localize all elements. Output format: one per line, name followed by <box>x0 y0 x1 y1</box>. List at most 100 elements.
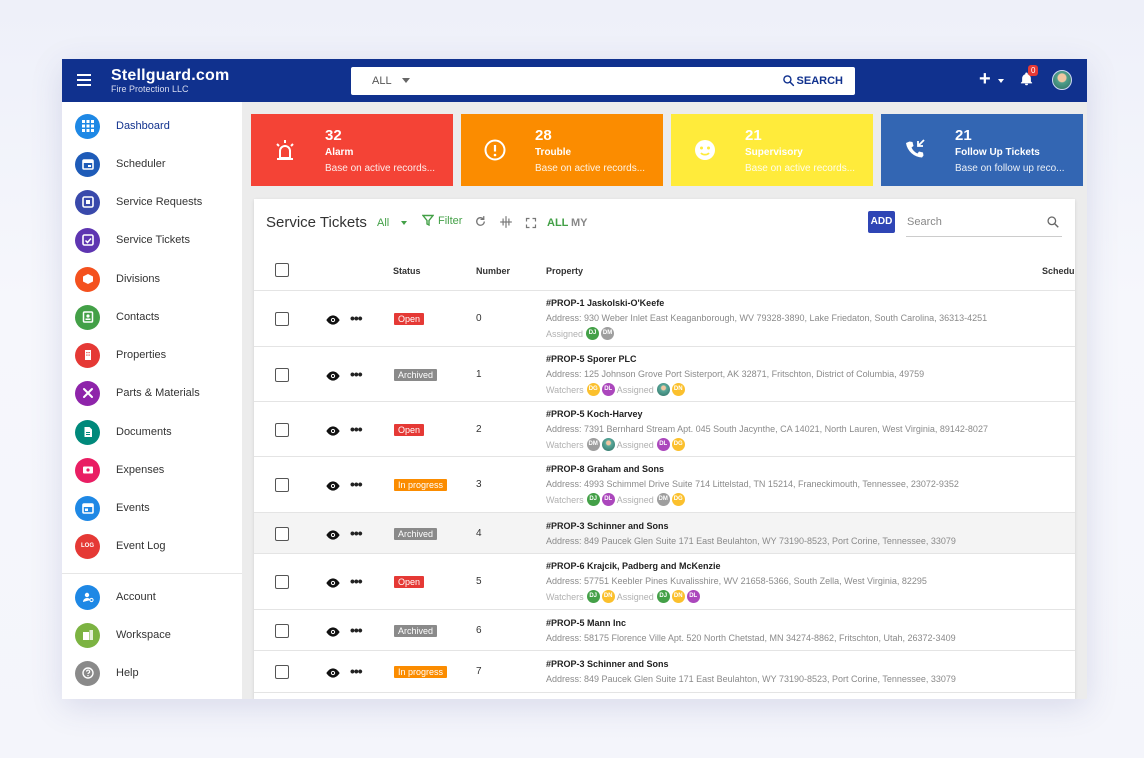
sidebar-item-scheduler[interactable]: Scheduler <box>62 147 242 183</box>
sidebar-item-expenses[interactable]: Expenses <box>62 453 242 489</box>
table-row[interactable]: ••• Archived 4 #PROP-3 Schinner and Sons Add… <box>254 513 1075 554</box>
scope-all-toggle[interactable]: ALL <box>547 217 568 229</box>
assignee-avatar[interactable]: DL <box>686 590 700 603</box>
follow-up-card[interactable]: 21 Follow Up Tickets Base on follow up r… <box>881 114 1083 186</box>
status-scope-select[interactable]: All <box>377 217 389 229</box>
row-checkbox[interactable] <box>275 527 289 541</box>
watcher-avatar[interactable]: DL <box>601 383 615 396</box>
property-name[interactable]: #PROP-5 Mann Inc <box>546 618 626 628</box>
more-options-icon[interactable]: ••• <box>350 311 363 325</box>
sidebar-item-service-tickets[interactable]: Service Tickets <box>62 223 242 259</box>
more-options-icon[interactable]: ••• <box>350 574 363 588</box>
user-avatar[interactable] <box>1052 70 1072 90</box>
watcher-avatar[interactable]: DN <box>601 590 615 603</box>
table-row[interactable]: ••• Archived 1 #PROP-5 Sporer PLC Address: 1… <box>254 347 1075 402</box>
property-name[interactable]: #PROP-6 Krajcik, Padberg and McKenzie <box>546 561 721 571</box>
sidebar-item-workspace[interactable]: Workspace <box>62 618 242 654</box>
global-search[interactable]: ALL SEARCH <box>351 67 855 95</box>
select-all-checkbox[interactable] <box>275 263 289 277</box>
view-icon[interactable] <box>325 576 341 594</box>
table-row[interactable]: ••• In progress 7 #PROP-3 Schinner and Sons… <box>254 651 1075 693</box>
more-options-icon[interactable]: ••• <box>350 422 363 436</box>
more-options-icon[interactable]: ••• <box>350 664 363 678</box>
table-row[interactable]: ••• Open 2 #PROP-5 Koch-Harvey Address: 7391… <box>254 402 1075 457</box>
columns-icon[interactable] <box>499 215 513 234</box>
search-icon[interactable] <box>1046 215 1060 229</box>
assignee-avatar[interactable]: DM <box>601 327 615 340</box>
sidebar-item-events[interactable]: Events <box>62 491 242 527</box>
assignee-avatar[interactable]: DN <box>671 590 685 603</box>
assignee-avatar[interactable] <box>656 383 670 396</box>
sidebar-item-event-log[interactable]: LOG Event Log <box>62 529 242 565</box>
fullscreen-icon[interactable] <box>525 216 537 234</box>
more-options-icon[interactable]: ••• <box>350 623 363 637</box>
watcher-avatar[interactable]: DJ <box>586 590 600 603</box>
more-options-icon[interactable]: ••• <box>350 526 363 540</box>
row-checkbox[interactable] <box>275 665 289 679</box>
watcher-avatar[interactable] <box>601 438 615 451</box>
watcher-avatar[interactable]: DJ <box>586 493 600 506</box>
sidebar-item-divisions[interactable]: Divisions <box>62 262 242 298</box>
column-header-status[interactable]: Status <box>393 266 421 276</box>
watcher-avatar[interactable]: DL <box>601 493 615 506</box>
column-header-schedule[interactable]: Schedul <box>1042 266 1075 276</box>
property-name[interactable]: #PROP-3 Schinner and Sons <box>546 659 669 669</box>
ticket-search-input[interactable] <box>906 211 1036 233</box>
column-header-number[interactable]: Number <box>476 266 510 276</box>
filter-button[interactable]: Filter <box>421 214 462 227</box>
assignee-avatar[interactable]: DG <box>671 493 685 506</box>
sidebar-item-parts-materials[interactable]: Parts & Materials <box>62 376 242 412</box>
table-row[interactable]: ••• Open 5 #PROP-6 Krajcik, Padberg and McK… <box>254 554 1075 610</box>
table-row[interactable]: ••• In progress 3 #PROP-8 Graham and Sons Ad… <box>254 457 1075 513</box>
menu-icon[interactable] <box>77 74 91 86</box>
watcher-avatar[interactable]: DG <box>586 383 600 396</box>
view-icon[interactable] <box>325 666 341 684</box>
view-icon[interactable] <box>325 479 341 497</box>
assignee-avatar[interactable]: DJ <box>586 327 600 340</box>
sidebar-item-account[interactable]: Account <box>62 580 242 616</box>
watcher-avatar[interactable]: DM <box>586 438 600 451</box>
property-name[interactable]: #PROP-1 Jaskolski-O'Keefe <box>546 298 664 308</box>
assignee-avatar[interactable]: DJ <box>656 590 670 603</box>
row-checkbox[interactable] <box>275 624 289 638</box>
trouble-card[interactable]: 28 Trouble Base on active records... <box>461 114 663 186</box>
more-options-icon[interactable]: ••• <box>350 477 363 491</box>
view-icon[interactable] <box>325 528 341 546</box>
sidebar-item-contacts[interactable]: Contacts <box>62 300 242 336</box>
add-new-button[interactable]: + <box>979 69 991 89</box>
row-checkbox[interactable] <box>275 312 289 326</box>
assignee-avatar[interactable]: DM <box>656 493 670 506</box>
view-icon[interactable] <box>325 369 341 387</box>
brand[interactable]: Stellguard.com Fire Protection LLC <box>111 67 229 95</box>
add-ticket-button[interactable]: ADD <box>868 211 895 233</box>
property-name[interactable]: #PROP-8 Graham and Sons <box>546 464 664 474</box>
property-name[interactable]: #PROP-3 Schinner and Sons <box>546 521 669 531</box>
search-button[interactable]: SEARCH <box>782 74 843 87</box>
table-row[interactable]: ••• Archived 6 #PROP-5 Mann Inc Address: 581… <box>254 610 1075 651</box>
property-name[interactable]: #PROP-5 Koch-Harvey <box>546 409 643 419</box>
property-name[interactable]: #PROP-5 Sporer PLC <box>546 354 637 364</box>
refresh-icon[interactable] <box>474 215 487 233</box>
search-scope-select[interactable]: ALL <box>372 75 392 87</box>
sidebar-item-help[interactable]: Help <box>62 656 242 692</box>
view-icon[interactable] <box>325 625 341 643</box>
row-checkbox[interactable] <box>275 575 289 589</box>
sidebar-item-properties[interactable]: Properties <box>62 338 242 374</box>
table-row[interactable]: ••• Open 0 #PROP-1 Jaskolski-O'Keefe Address… <box>254 291 1075 347</box>
assignee-avatar[interactable]: DN <box>671 383 685 396</box>
scope-my-toggle[interactable]: MY <box>571 217 588 229</box>
sidebar-item-documents[interactable]: Documents <box>62 415 242 451</box>
sidebar-item-dashboard[interactable]: Dashboard <box>62 109 242 145</box>
column-header-property[interactable]: Property <box>546 266 583 276</box>
view-icon[interactable] <box>325 313 341 331</box>
view-icon[interactable] <box>325 424 341 442</box>
row-checkbox[interactable] <box>275 368 289 382</box>
more-options-icon[interactable]: ••• <box>350 367 363 381</box>
assignee-avatar[interactable]: DL <box>656 438 670 451</box>
row-checkbox[interactable] <box>275 478 289 492</box>
row-checkbox[interactable] <box>275 423 289 437</box>
sidebar-item-service-requests[interactable]: Service Requests <box>62 185 242 221</box>
alarm-card[interactable]: 32 Alarm Base on active records... <box>251 114 453 186</box>
assignee-avatar[interactable]: DG <box>671 438 685 451</box>
supervisory-card[interactable]: 21 Supervisory Base on active records... <box>671 114 873 186</box>
